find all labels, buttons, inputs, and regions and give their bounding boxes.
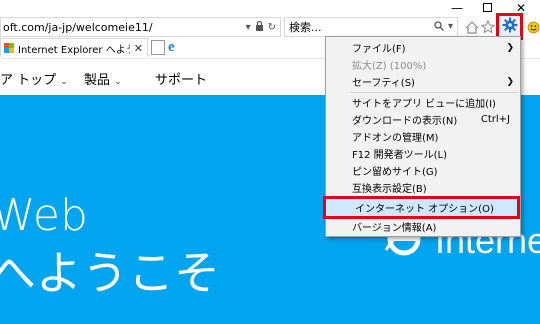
nav-item-top[interactable]: ア トップ ⌄: [0, 69, 68, 88]
dropdown-icon[interactable]: ▾: [246, 22, 251, 33]
address-url[interactable]: oft.com/ja-jp/welcomeie11/: [1, 21, 246, 34]
favorites-star-icon[interactable]: [479, 18, 497, 36]
menu-item-f12-tools[interactable]: F12 開発者ツール(L): [326, 145, 520, 162]
menu-item-add-site-to-apps[interactable]: サイトをアプリ ビューに追加(I): [326, 94, 520, 111]
new-tab-button[interactable]: [151, 40, 165, 55]
hero-heading-welcome: へようこそ: [0, 246, 220, 300]
nav-item-support[interactable]: サポート: [155, 69, 207, 88]
menu-item-about[interactable]: バージョン情報(A): [326, 218, 520, 235]
search-icon[interactable]: [434, 20, 444, 34]
refresh-icon[interactable]: ↻: [268, 22, 276, 33]
internet-explorer-icon[interactable]: e: [168, 40, 183, 55]
tab-title: Internet Explorer へようこそ: [18, 44, 130, 56]
browser-tab[interactable]: Internet Explorer へようこそ ✕: [0, 38, 148, 57]
nav-item-products[interactable]: 製品 ⌄: [84, 69, 122, 88]
gear-icon: [502, 17, 518, 36]
tools-menu: ファイル(F) ❯ 拡大(Z) (100%) セーフティ(S) ❯ サイトをアプ…: [323, 36, 521, 237]
address-bar[interactable]: oft.com/ja-jp/welcomeie11/ ▾ ↻: [0, 17, 281, 37]
menu-item-safety[interactable]: セーフティ(S) ❯: [326, 73, 520, 90]
menu-item-zoom: 拡大(Z) (100%): [352, 61, 427, 72]
tab-close-icon[interactable]: ✕: [134, 42, 147, 55]
search-dropdown-icon[interactable]: ▾: [448, 21, 453, 34]
search-box[interactable]: ▾: [284, 17, 458, 37]
menu-item-pinned-sites[interactable]: ピン留めサイト(G): [326, 162, 520, 179]
minimize-button[interactable]: —: [448, 0, 466, 15]
shortcut-label: Ctrl+J: [480, 114, 510, 125]
menu-item-manage-addons[interactable]: アドオンの管理(M): [326, 128, 520, 145]
lock-icon[interactable]: [255, 20, 264, 34]
menu-item-file[interactable]: ファイル(F) ❯: [326, 39, 520, 56]
hero-heading-web: Web: [0, 190, 88, 241]
menu-item-compat-view[interactable]: 互換表示設定(B): [326, 179, 520, 196]
chevron-down-icon: ⌄: [114, 77, 122, 87]
menu-item-view-downloads[interactable]: ダウンロードの表示(N) Ctrl+J: [326, 111, 520, 128]
submenu-arrow-icon: ❯: [506, 42, 514, 53]
microsoft-logo-icon: [4, 43, 14, 53]
chevron-down-icon: ⌄: [60, 77, 68, 87]
menu-separator: [350, 92, 518, 93]
maximize-button[interactable]: [478, 0, 496, 15]
smiley-icon[interactable]: [524, 18, 540, 36]
submenu-arrow-icon: ❯: [506, 76, 514, 87]
menu-item-internet-options[interactable]: インターネット オプション(O): [323, 196, 520, 219]
search-input[interactable]: [285, 19, 434, 35]
